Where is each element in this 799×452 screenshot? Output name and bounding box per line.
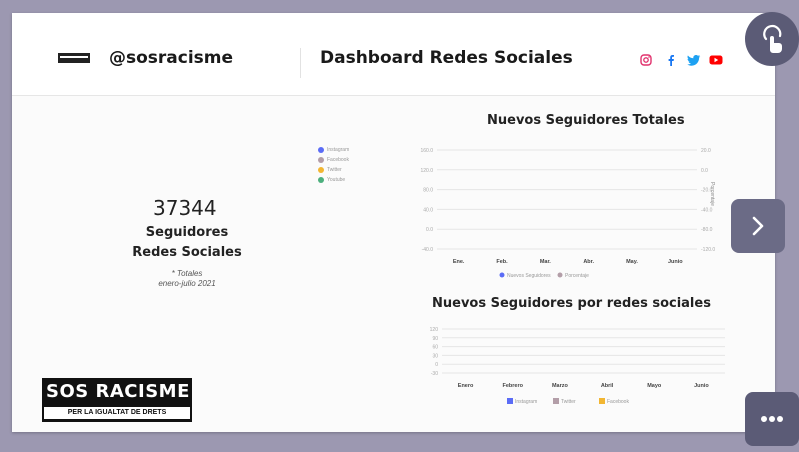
instagram-icon[interactable] [640, 54, 652, 66]
new-followers-by-network-chart: 120 90 60 30 0 -30 Enero Febrero Marzo Abril Mayo J… [430, 327, 725, 405]
x-tick-label: Mar. [540, 259, 551, 265]
total-followers-note: * Totales [171, 269, 203, 278]
legend-swatch-instagram [507, 398, 513, 404]
y-tick-label-right: -40.0 [701, 207, 713, 213]
total-followers-value: 37344 [153, 196, 217, 220]
total-followers-period: enero-julio 2021 [158, 279, 216, 288]
y-tick-label-right: 0.0 [701, 168, 708, 174]
new-followers-total-chart: 160.0 20.0120.0 0.080.0 -20.040.0 -40.00.0 -8… [420, 148, 715, 279]
total-followers-label-2: Redes Sociales [132, 245, 242, 260]
y-tick-label-left: 160.0 [420, 148, 433, 154]
legend-swatch-nuevos-seguidores [499, 272, 505, 278]
y-tick-label-right: -80.0 [701, 227, 713, 233]
legend-item-youtube[interactable]: Youtube [318, 175, 349, 185]
facebook-icon[interactable] [667, 54, 675, 66]
legend-label-porcentaje: Porcentaje [565, 273, 589, 279]
y-tick-label-right: -120.0 [701, 247, 715, 253]
y-tick-label: 120 [430, 327, 439, 333]
legend-label-nuevos-seguidores: Nuevos Seguidores [507, 273, 551, 279]
x-tick-label: Abril [601, 383, 614, 389]
touch-icon [763, 24, 782, 53]
dashboard-body: 37344 Seguidores Redes Sociales * Totale… [12, 96, 775, 432]
x-tick-label: Mayo [647, 383, 662, 389]
x-tick-label: Junio [668, 259, 683, 265]
y-tick-label: 90 [432, 336, 438, 342]
chart2-title: Nuevos Seguidores por redes sociales [432, 296, 711, 311]
y-tick-label-left: -40.0 [422, 247, 434, 253]
youtube-icon[interactable] [709, 54, 723, 66]
next-slide-button[interactable] [731, 199, 785, 253]
x-tick-label: Junio [694, 383, 709, 389]
legend-swatch-twitter [553, 398, 559, 404]
x-tick-label: Enero [458, 383, 474, 389]
y-tick-label: -30 [431, 371, 438, 377]
more-icon [761, 416, 783, 422]
x-tick-label: May. [626, 259, 638, 265]
chart1-title: Nuevos Seguidores Totales [487, 113, 685, 128]
y-tick-label-left: 0.0 [426, 227, 433, 233]
y-axis-label-right: Porcentaje [709, 182, 715, 206]
legend-swatch-facebook [599, 398, 605, 404]
legend-swatch-porcentaje [557, 272, 563, 278]
y-tick-label-left: 40.0 [423, 207, 433, 213]
x-tick-label: Ene. [453, 259, 465, 265]
legend-item-twitter[interactable]: Twitter [318, 165, 349, 175]
legend-label-twitter: Twitter [561, 399, 576, 405]
total-followers-label-1: Seguidores [145, 225, 229, 240]
dashboard-card: @sosracisme Dashboard Redes Sociales 373… [12, 13, 775, 432]
y-tick-label-left: 80.0 [423, 188, 433, 194]
x-tick-label: Febrero [503, 383, 524, 389]
twitter-icon[interactable] [687, 54, 701, 66]
y-tick-label-left: 120.0 [420, 168, 433, 174]
legend-label-instagram: Instagram [515, 399, 537, 405]
dashboard-header: @sosracisme Dashboard Redes Sociales [12, 13, 775, 96]
y-tick-label: 60 [432, 345, 438, 351]
x-tick-label: Feb. [496, 259, 508, 265]
sos-racisme-logo: SOS RACISME PER LA IGUALTAT DE DRETS [42, 378, 192, 422]
y-tick-label: 30 [432, 353, 438, 359]
x-tick-label: Marzo [552, 383, 569, 389]
x-tick-label: Abr. [583, 259, 594, 265]
more-options-button[interactable] [745, 392, 799, 446]
header-divider [300, 48, 301, 78]
dashboard-title: Dashboard Redes Sociales [320, 48, 573, 68]
legend-label-facebook: Facebook [607, 399, 629, 405]
y-tick-label: 0 [435, 362, 438, 368]
legend-item-instagram[interactable]: Instagram [318, 145, 349, 155]
network-legend: Instagram Facebook Twitter Youtube [318, 145, 349, 185]
y-tick-label-right: 20.0 [701, 148, 711, 154]
account-handle: @sosracisme [109, 48, 234, 68]
sos-racisme-logo-small [58, 53, 90, 63]
legend-item-facebook[interactable]: Facebook [318, 155, 349, 165]
touch-mode-button[interactable] [745, 12, 799, 66]
chevron-right-icon [752, 216, 764, 236]
